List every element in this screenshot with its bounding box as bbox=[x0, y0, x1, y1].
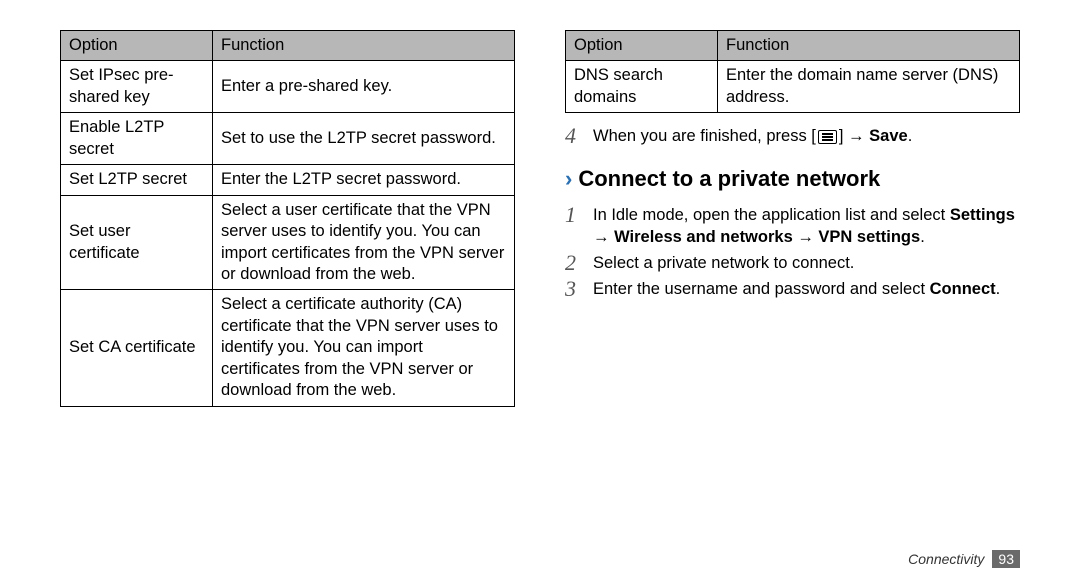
heading-text: Connect to a private network bbox=[578, 166, 880, 192]
table-row: Set IPsec pre-shared key Enter a pre-sha… bbox=[61, 61, 515, 113]
text: . bbox=[996, 280, 1001, 298]
step-number: 3 bbox=[565, 278, 583, 300]
function-cell: Enter a pre-shared key. bbox=[213, 61, 515, 113]
right-column: Option Function DNS search domains Enter… bbox=[565, 30, 1020, 546]
function-cell: Set to use the L2TP secret password. bbox=[213, 113, 515, 165]
step-number: 2 bbox=[565, 252, 583, 274]
step-list-continue: 4 When you are finished, press [ ] → Save… bbox=[565, 113, 1020, 151]
option-cell: Set CA certificate bbox=[61, 290, 213, 406]
table-row: Set CA certificate Select a certificate … bbox=[61, 290, 515, 406]
table-row: Set L2TP secret Enter the L2TP secret pa… bbox=[61, 165, 515, 195]
text: Select a private network to connect. bbox=[593, 254, 854, 272]
chevron-right-icon: › bbox=[565, 166, 572, 192]
page-footer: Connectivity 93 bbox=[908, 550, 1020, 568]
step-item: 2 Select a private network to connect. bbox=[565, 252, 1020, 274]
text: . bbox=[920, 228, 925, 246]
function-cell: Enter the domain name server (DNS) addre… bbox=[718, 61, 1020, 113]
step-item: 1 In Idle mode, open the application lis… bbox=[565, 204, 1020, 249]
option-cell: DNS search domains bbox=[566, 61, 718, 113]
text: Enter the username and password and sele… bbox=[593, 280, 930, 298]
step-list: 1 In Idle mode, open the application lis… bbox=[565, 200, 1020, 305]
option-cell: Enable L2TP secret bbox=[61, 113, 213, 165]
left-column: Option Function Set IPsec pre-shared key… bbox=[60, 30, 515, 546]
footer-page-number: 93 bbox=[992, 550, 1020, 568]
text: In Idle mode, open the application list … bbox=[593, 206, 950, 224]
function-cell: Select a certificate authority (CA) cert… bbox=[213, 290, 515, 406]
options-table-right: Option Function DNS search domains Enter… bbox=[565, 30, 1020, 113]
step-item: 3 Enter the username and password and se… bbox=[565, 278, 1020, 300]
col-option-header: Option bbox=[61, 31, 213, 61]
option-cell: Set IPsec pre-shared key bbox=[61, 61, 213, 113]
table-row: Enable L2TP secret Set to use the L2TP s… bbox=[61, 113, 515, 165]
text: . bbox=[908, 127, 913, 145]
options-table-left: Option Function Set IPsec pre-shared key… bbox=[60, 30, 515, 407]
section-heading: › Connect to a private network bbox=[565, 166, 1020, 192]
menu-icon bbox=[818, 130, 837, 145]
save-label: Save bbox=[869, 127, 908, 145]
step-item: 4 When you are finished, press [ ] → Save… bbox=[565, 125, 1020, 147]
footer-section: Connectivity bbox=[908, 551, 984, 567]
col-function-header: Function bbox=[213, 31, 515, 61]
function-cell: Enter the L2TP secret password. bbox=[213, 165, 515, 195]
step-text: Select a private network to connect. bbox=[593, 252, 854, 274]
option-cell: Set L2TP secret bbox=[61, 165, 213, 195]
table-row: Set user certificate Select a user certi… bbox=[61, 195, 515, 290]
table-row: DNS search domains Enter the domain name… bbox=[566, 61, 1020, 113]
option-cell: Set user certificate bbox=[61, 195, 213, 290]
function-cell: Select a user certificate that the VPN s… bbox=[213, 195, 515, 290]
step-text: Enter the username and password and sele… bbox=[593, 278, 1000, 300]
text: ] → bbox=[839, 127, 869, 145]
step-text: When you are finished, press [ ] → Save. bbox=[593, 125, 912, 147]
step-number: 4 bbox=[565, 125, 583, 147]
text: When you are finished, press [ bbox=[593, 127, 816, 145]
step-text: In Idle mode, open the application list … bbox=[593, 204, 1020, 249]
connect-label: Connect bbox=[930, 280, 996, 298]
col-option-header: Option bbox=[566, 31, 718, 61]
col-function-header: Function bbox=[718, 31, 1020, 61]
step-number: 1 bbox=[565, 204, 583, 249]
